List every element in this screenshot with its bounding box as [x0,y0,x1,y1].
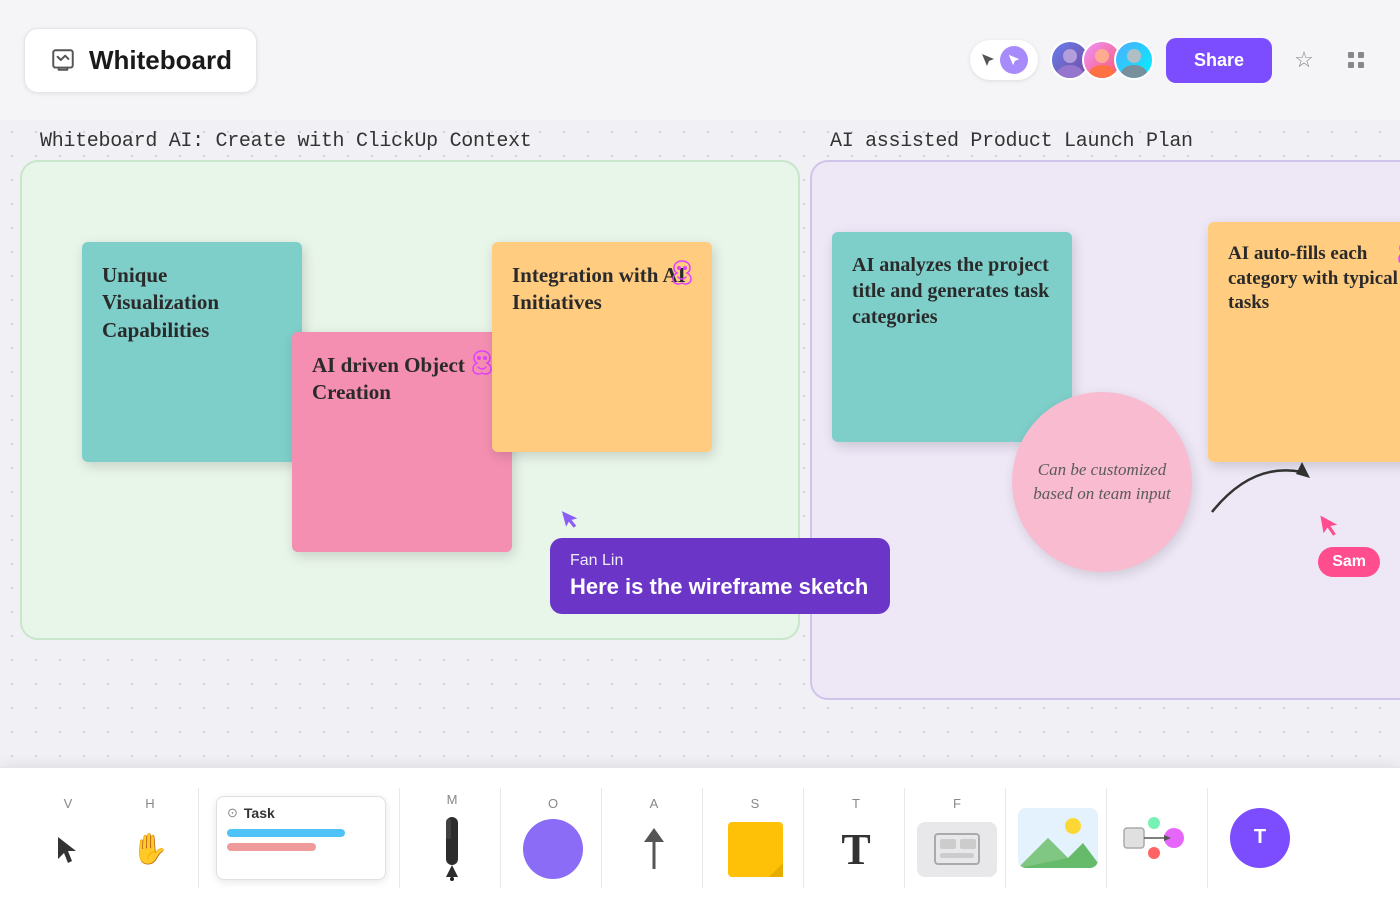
select-tool[interactable]: V [28,788,108,888]
tool-label-m: M [447,792,458,807]
tool-group-frame: F [909,788,1006,888]
sticky-text: Integration with AI Initiatives [512,263,686,314]
sam-cursor: Sam [1318,510,1380,577]
tool-label-o: O [548,796,558,811]
task-tool[interactable]: ⊙ Task [211,788,391,888]
sticky-text: AI auto-fills each category with typical… [1228,243,1398,313]
tool-label-t: T [852,796,860,811]
tool-label-f: F [953,796,961,811]
tool-group-select: V H ✋ [20,788,199,888]
ai-icon [1392,236,1400,268]
star-button[interactable]: ☆ [1284,40,1324,80]
flow-tool[interactable] [1119,788,1199,888]
hand-tool[interactable]: H ✋ [110,788,190,888]
share-button[interactable]: Share [1166,38,1272,83]
flow-icon [1119,796,1199,880]
arrow-tool[interactable]: A [614,788,694,888]
cursor-group [970,40,1038,80]
tool-group-flow [1111,788,1208,888]
text-icon: T [841,819,870,880]
frame-tool[interactable]: F [917,788,997,888]
sticky-note-pink[interactable]: AI driven Object Creation [292,332,512,552]
header-actions: Share ☆ [970,38,1376,83]
circle-note[interactable]: Can be customized based on team input [1012,392,1192,572]
shape-tool[interactable]: O [513,788,593,888]
right-section-label: AI assisted Product Launch Plan [830,130,1193,153]
tool-group-ai: T [1212,788,1308,888]
tool-group-arrow: A [606,788,703,888]
image-tool[interactable] [1018,788,1098,888]
sticky-text: Unique Visualization Capabilities [102,263,219,342]
sticky-note-teal-right[interactable]: AI analyzes the project title and genera… [832,232,1072,442]
image-icon [1018,796,1098,880]
tool-group-pen: M [404,788,501,888]
tool-group-image [1010,788,1107,888]
toolbar: V H ✋ ⊙ Task M [0,767,1400,907]
pen-icon [430,815,474,883]
task-preview: ⊙ Task [216,796,386,880]
tooltip-bubble: Fan Lin Here is the wireframe sketch [550,538,890,614]
tooltip-message: Here is the wireframe sketch [570,574,870,600]
left-section-label: Whiteboard AI: Create with ClickUp Conte… [40,130,531,153]
tool-group-text: T T [808,788,905,888]
tool-label-s: S [751,796,760,811]
more-menu-button[interactable] [1336,40,1376,80]
circle-text: Can be customized based on team input [1032,458,1172,506]
sticky-text: AI driven Object Creation [312,353,465,404]
right-section: AI analyzes the project title and genera… [810,160,1400,700]
sticky-note-orange-right[interactable]: AI auto-fills each category with typical… [1208,222,1400,462]
tool-group-sticky: S [707,788,804,888]
cursor-icon [54,819,82,880]
frame-icon [917,819,997,880]
ai-tool[interactable]: T [1220,788,1300,888]
tooltip-user-name: Fan Lin [570,552,870,570]
sam-label: Sam [1318,547,1380,577]
hand-icon: ✋ [131,819,168,880]
page-title: Whiteboard [89,45,232,76]
pen-tool[interactable]: M [412,788,492,888]
tool-label-a: A [650,796,659,811]
canvas-area[interactable]: Whiteboard AI: Create with ClickUp Conte… [0,120,1400,767]
avatar-group [1050,40,1154,80]
tool-group-shape: O [505,788,602,888]
text-tool[interactable]: T T [816,788,896,888]
header: Whiteboard [0,0,1400,120]
title-area: Whiteboard [24,28,257,93]
tooltip-container: Fan Lin Here is the wireframe sketch [550,530,890,614]
sticky-note-teal-left[interactable]: Unique Visualization Capabilities [82,242,302,462]
avatar [1114,40,1154,80]
sticky-tool[interactable]: S [715,788,795,888]
sticky-icon [728,819,783,880]
tool-label-h: H [145,796,154,811]
sticky-text: AI analyzes the project title and genera… [852,254,1049,328]
whiteboard-icon [49,46,77,74]
tool-group-task: ⊙ Task [203,788,400,888]
sticky-note-orange-left[interactable]: Integration with AI Initiatives [492,242,712,452]
ai-icon [666,256,698,288]
ai-tool-icon: T [1230,796,1290,880]
tool-label-v: V [64,796,73,811]
shape-circle-icon [523,819,583,880]
arrow-icon [634,819,674,880]
